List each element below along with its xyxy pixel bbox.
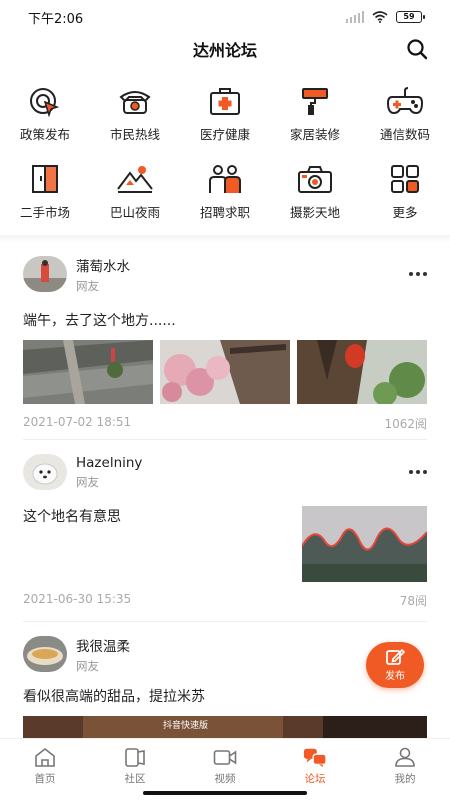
battery-icon: 59	[396, 11, 425, 23]
community-icon	[123, 746, 147, 768]
post-text: 看似很高端的甜品，提拉米苏	[23, 689, 205, 705]
author-role: 网友	[76, 278, 99, 293]
category-label: 家居装修	[289, 127, 340, 142]
nav-label: 视频	[214, 773, 236, 785]
post-views: 1062阅	[384, 417, 427, 431]
author-info: Hazelniny 网友	[76, 455, 401, 490]
policy-target-icon	[26, 84, 64, 118]
post-card[interactable]: 我很温柔 网友 看似很高端的甜品，提拉米苏 抖音快速版	[23, 634, 427, 742]
category-hotline[interactable]: 市民热线	[90, 84, 180, 144]
telephone-icon	[116, 84, 154, 118]
avatar[interactable]	[23, 636, 67, 672]
status-time: 下午2:06	[28, 11, 84, 27]
header: 达州论坛	[0, 34, 450, 64]
category-label: 医疗健康	[199, 127, 250, 142]
post-body: 这个地名有意思	[23, 506, 427, 582]
category-label: 招聘求职	[199, 205, 250, 220]
category-more[interactable]: 更多	[360, 162, 450, 222]
category-policy[interactable]: 政策发布	[0, 84, 90, 144]
search-icon	[407, 39, 428, 60]
more-options-button[interactable]	[401, 266, 427, 282]
wifi-icon	[372, 11, 388, 23]
post-text: 这个地名有意思	[23, 509, 121, 525]
camera-icon	[296, 162, 334, 196]
post-card[interactable]: Hazelniny 网友 这个地名有意思 2021-06-30 15:35 78…	[23, 452, 427, 609]
nav-profile[interactable]: 我的	[360, 739, 450, 800]
category-secondhand[interactable]: 二手市场	[0, 162, 90, 222]
post-meta: 2021-06-30 15:35 78阅	[23, 592, 427, 609]
post-date: 2021-06-30 15:35	[23, 592, 132, 606]
category-label: 更多	[392, 205, 418, 220]
profile-icon	[393, 746, 417, 768]
status-bar: 下午2:06 59	[0, 0, 450, 34]
category-bashan-rain[interactable]: 巴山夜雨	[90, 162, 180, 222]
home-icon	[33, 746, 57, 768]
home-indicator[interactable]	[143, 791, 307, 795]
post-divider	[23, 621, 427, 622]
category-digital[interactable]: 通信数码	[360, 84, 450, 144]
mountain-moon-icon	[116, 162, 154, 196]
publish-button[interactable]: 发布	[366, 642, 424, 688]
category-label: 市民热线	[109, 127, 160, 142]
category-label: 二手市场	[19, 205, 70, 220]
wardrobe-icon	[26, 162, 64, 196]
search-button[interactable]	[404, 36, 430, 62]
paint-roller-icon	[296, 84, 334, 118]
more-options-button[interactable]	[401, 464, 427, 480]
category-grid: 政策发布 市民热线 医疗健康 家居装修 通信数码 二手市场 巴山夜雨 招聘求职 …	[0, 84, 450, 222]
category-label: 摄影天地	[289, 205, 340, 220]
section-divider	[0, 235, 450, 243]
author-info: 蒲萄水水 网友	[76, 255, 401, 294]
post-meta: 2021-07-02 18:51 1062阅	[23, 415, 427, 432]
post-header: 蒲萄水水 网友	[23, 254, 427, 294]
gamepad-icon	[386, 84, 424, 118]
status-icons: 59	[346, 11, 425, 23]
post-card[interactable]: 蒲萄水水 网友 端午，去了这个地方...... 2021-07-02 18:51…	[23, 254, 427, 432]
post-views: 78阅	[399, 594, 427, 608]
grid-more-icon	[386, 162, 424, 196]
nav-label: 社区	[124, 773, 146, 785]
nav-label: 首页	[34, 773, 56, 785]
video-camera-icon	[213, 746, 237, 768]
avatar[interactable]	[23, 256, 67, 292]
edit-icon	[386, 648, 405, 665]
category-photography[interactable]: 摄影天地	[270, 162, 360, 222]
post-images	[23, 340, 427, 404]
post-image[interactable]	[160, 340, 290, 404]
category-label: 通信数码	[379, 127, 430, 142]
category-label: 巴山夜雨	[109, 205, 160, 220]
medical-kit-icon	[206, 84, 244, 118]
post-header: Hazelniny 网友	[23, 452, 427, 492]
page-title: 达州论坛	[192, 41, 257, 60]
post-date: 2021-07-02 18:51	[23, 415, 132, 429]
publish-label: 发布	[385, 671, 405, 682]
post-image[interactable]	[297, 340, 427, 404]
people-icon	[206, 162, 244, 196]
post-image[interactable]	[302, 506, 427, 582]
nav-home[interactable]: 首页	[0, 739, 90, 800]
nav-label: 论坛	[304, 773, 326, 785]
video-watermark: 抖音快速版	[163, 721, 209, 731]
author-name[interactable]: Hazelniny	[76, 455, 401, 471]
signal-icon	[346, 11, 364, 23]
author-role: 网友	[76, 474, 99, 489]
nav-label: 我的	[394, 773, 416, 785]
category-medical[interactable]: 医疗健康	[180, 84, 270, 144]
category-label: 政策发布	[19, 127, 70, 142]
post-divider	[23, 439, 427, 440]
avatar[interactable]	[23, 454, 67, 490]
category-jobs[interactable]: 招聘求职	[180, 162, 270, 222]
post-image[interactable]	[23, 340, 153, 404]
author-name[interactable]: 蒲萄水水	[76, 255, 401, 275]
post-text: 端午，去了这个地方......	[23, 313, 176, 329]
category-home-decor[interactable]: 家居装修	[270, 84, 360, 144]
forum-icon	[303, 746, 327, 768]
